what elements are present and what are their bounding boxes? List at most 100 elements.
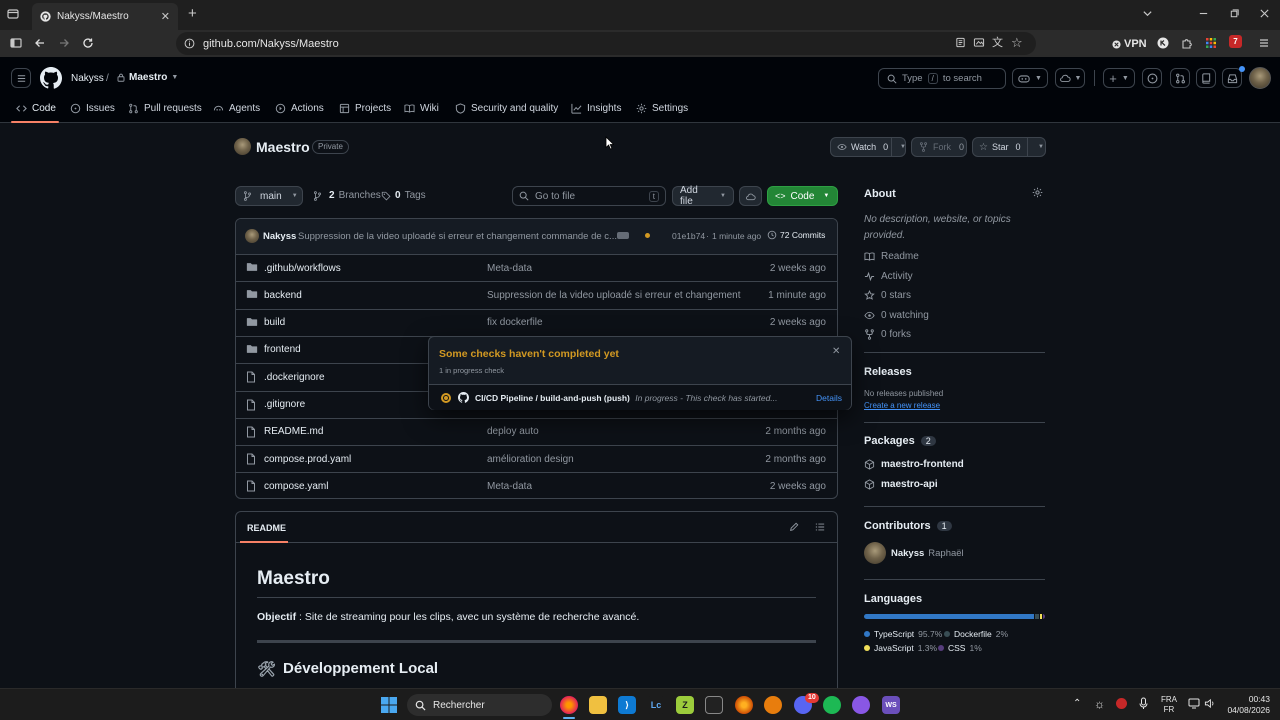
contributor-avatar[interactable]: [864, 542, 886, 564]
popover-close-icon[interactable]: ✕: [832, 346, 840, 357]
releases-heading[interactable]: Releases: [864, 366, 912, 378]
translate-icon[interactable]: 文: [992, 36, 1003, 50]
table-row[interactable]: README.md deploy auto 2 months ago: [236, 417, 837, 445]
contributors-heading[interactable]: Contributors 1: [864, 520, 952, 532]
commits-link[interactable]: 72 Commits: [767, 230, 825, 240]
spotify-app-icon[interactable]: [823, 696, 841, 714]
tab-issues[interactable]: Issues: [70, 101, 115, 115]
tray-overflow-icon[interactable]: ⌃: [1073, 698, 1081, 709]
screenshot-icon[interactable]: [973, 37, 985, 48]
edit-pencil-icon[interactable]: [789, 522, 799, 532]
branch-select-button[interactable]: main ▼: [235, 186, 303, 206]
bookmark-star-icon[interactable]: ☆: [1011, 36, 1023, 50]
tab-wiki[interactable]: Wiki: [404, 101, 439, 115]
commit-status-pending-icon[interactable]: [645, 233, 650, 238]
close-window-icon[interactable]: [1259, 8, 1270, 19]
language-item[interactable]: TypeScript 95.7%: [864, 629, 942, 639]
address-bar[interactable]: github.com/Nakyss/Maestro: [176, 32, 1036, 55]
check-row[interactable]: CI/CD Pipeline / build-and-push (push) I…: [429, 384, 851, 410]
vscode-app-icon[interactable]: ⟩: [618, 696, 636, 714]
tab-close-icon[interactable]: ✕: [161, 10, 170, 23]
tray-microphone-icon[interactable]: [1139, 697, 1148, 710]
menu-icon[interactable]: [1258, 37, 1270, 49]
branches-link[interactable]: 2 Branches: [313, 190, 381, 201]
issues-button[interactable]: [1142, 68, 1162, 88]
about-link[interactable]: 0 forks: [864, 329, 911, 340]
file-name[interactable]: compose.yaml: [264, 481, 328, 492]
tray-network-icon[interactable]: [1188, 698, 1200, 709]
create-release-link[interactable]: Create a new release: [864, 401, 940, 410]
tags-link[interactable]: 0 Tags: [381, 190, 426, 201]
outline-list-icon[interactable]: [815, 522, 825, 532]
tray-brightness-icon[interactable]: ☼: [1094, 697, 1105, 711]
reload-icon[interactable]: [82, 37, 94, 49]
table-row[interactable]: compose.prod.yaml amélioration design 2 mo…: [236, 445, 837, 472]
language-item[interactable]: Dockerfile 2%: [944, 629, 1008, 639]
site-info-icon[interactable]: [184, 38, 195, 49]
codespace-button[interactable]: ▼: [1055, 68, 1085, 88]
hamburger-menu-button[interactable]: [11, 68, 31, 88]
packages-heading[interactable]: Packages 2: [864, 435, 936, 447]
forward-icon[interactable]: [58, 37, 70, 49]
tray-volume-icon[interactable]: [1204, 698, 1215, 709]
fork-button[interactable]: Fork 0: [911, 137, 967, 157]
table-row[interactable]: build fix dockerfile 2 weeks ago: [236, 308, 837, 336]
file-name[interactable]: .dockerignore: [264, 372, 325, 383]
reader-mode-icon[interactable]: [955, 37, 966, 48]
file-name[interactable]: .github/workflows: [264, 263, 341, 274]
new-tab-icon[interactable]: +: [188, 6, 197, 21]
maximize-icon[interactable]: [1229, 8, 1240, 19]
file-name[interactable]: backend: [264, 290, 302, 301]
commit-hash[interactable]: 01e1b74: [672, 231, 705, 241]
file-explorer-app-icon[interactable]: [589, 696, 607, 714]
apps-grid-icon[interactable]: [1205, 37, 1217, 49]
tab-list-chevron-icon[interactable]: [1142, 8, 1153, 19]
repositories-button[interactable]: [1196, 68, 1216, 88]
language-item[interactable]: JavaScript 1.3%: [864, 643, 937, 653]
notepad-plus-app-icon[interactable]: Z: [676, 696, 694, 714]
star-button[interactable]: ☆ Star 0 ▼: [972, 137, 1046, 157]
package-item[interactable]: maestro-api: [864, 479, 938, 490]
code-button[interactable]: <> Code ▼: [767, 186, 838, 206]
add-file-button[interactable]: Add file ▼: [672, 185, 734, 207]
create-new-button[interactable]: + ▼: [1103, 68, 1135, 88]
clock[interactable]: 00:43 04/08/2026: [1222, 694, 1270, 716]
about-link[interactable]: 0 watching: [864, 310, 929, 321]
file-name[interactable]: compose.prod.yaml: [264, 454, 351, 465]
repo-title[interactable]: Maestro: [256, 139, 310, 155]
table-row[interactable]: .github/workflows Meta-data 2 weeks ago: [236, 254, 837, 281]
tab-projects[interactable]: Projects: [339, 101, 391, 115]
tab-security-and-quality[interactable]: Security and quality: [455, 101, 558, 115]
tray-app-icon[interactable]: [1116, 698, 1127, 709]
table-row[interactable]: backend Suppression de la video uploadé s…: [236, 281, 837, 308]
readme-tab[interactable]: README: [247, 523, 286, 533]
watch-button[interactable]: Watch 0 ▼: [830, 137, 906, 157]
expand-commit-icon[interactable]: [617, 232, 629, 239]
tab-insights[interactable]: Insights: [571, 101, 621, 115]
tab-actions[interactable]: Actions: [275, 101, 324, 115]
taskbar-search[interactable]: Rechercher: [407, 694, 552, 716]
file-commit-message[interactable]: fix dockerfile: [487, 317, 543, 328]
table-row[interactable]: compose.yaml Meta-data 2 weeks ago: [236, 472, 837, 498]
package-item[interactable]: maestro-frontend: [864, 459, 964, 470]
file-name[interactable]: README.md: [264, 426, 323, 437]
blender-app-icon[interactable]: [764, 696, 782, 714]
chromium-app-icon[interactable]: [735, 696, 753, 714]
input-language[interactable]: FRA FR: [1161, 695, 1177, 715]
windows-start-icon[interactable]: [381, 697, 397, 713]
github-logo-icon[interactable]: [40, 67, 62, 89]
back-icon[interactable]: [34, 37, 46, 49]
file-commit-message[interactable]: Meta-data: [487, 263, 532, 274]
webstorm-app-icon[interactable]: WS: [882, 696, 900, 714]
file-name[interactable]: .gitignore: [264, 399, 305, 410]
lc-app-icon[interactable]: Lc: [647, 696, 665, 714]
vpn-button[interactable]: VPN: [1112, 37, 1147, 51]
github-desktop-app-icon[interactable]: [852, 696, 870, 714]
profile-extension-icon[interactable]: [1157, 37, 1169, 49]
about-link[interactable]: Readme: [864, 251, 919, 262]
file-name[interactable]: build: [264, 317, 285, 328]
user-avatar[interactable]: [1249, 67, 1271, 89]
about-link[interactable]: Activity: [864, 271, 913, 282]
file-name[interactable]: frontend: [264, 344, 301, 355]
mixer-app-icon[interactable]: [705, 696, 723, 714]
